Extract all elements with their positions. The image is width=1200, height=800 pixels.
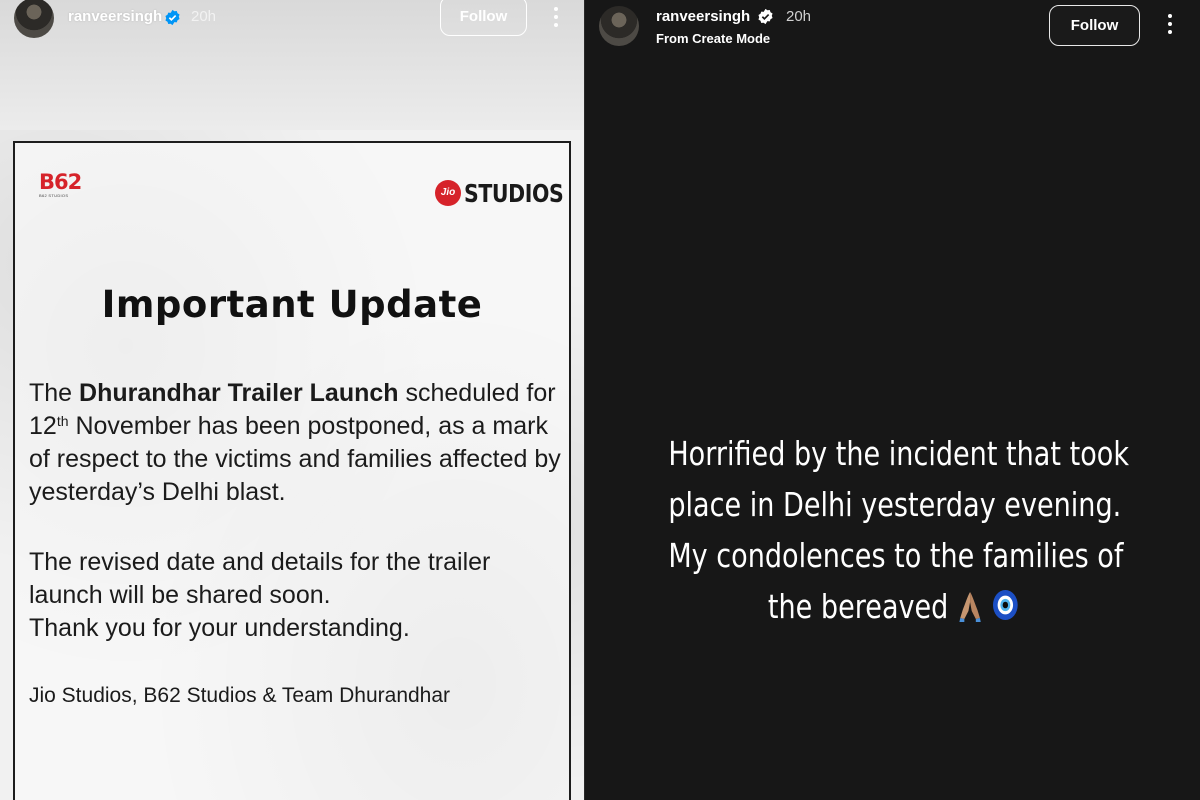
verified-icon <box>758 8 773 25</box>
poster-paragraph-2: The revised date and details for the tra… <box>29 548 491 642</box>
poster-paragraph-1: The Dhurandhar Trailer Launch scheduled … <box>29 379 561 506</box>
story-message: Horrified by the incident that took plac… <box>668 428 1129 632</box>
b62-studios-logo: B62 B62 STUDIOS <box>39 170 82 199</box>
story-right[interactable]: ranveersingh 20h From Create Mode Follow… <box>584 0 1200 800</box>
username[interactable]: ranveersingh <box>656 8 750 25</box>
more-options-icon[interactable] <box>1165 14 1175 36</box>
message-line-last: the bereaved <box>668 581 1117 632</box>
follow-button[interactable]: Follow <box>440 0 527 36</box>
more-options-icon[interactable] <box>551 7 561 29</box>
story-left[interactable]: ranveersingh 20h Follow B62 B62 STUDIOS … <box>0 0 584 800</box>
avatar[interactable] <box>599 6 639 46</box>
story-subtitle: From Create Mode <box>656 31 771 46</box>
follow-button[interactable]: Follow <box>1049 5 1140 46</box>
timestamp: 20h <box>786 8 812 25</box>
story-poster: B62 B62 STUDIOS Jio STUDIOS Important Up… <box>0 130 584 800</box>
poster-title: Important Update <box>101 283 483 326</box>
poster-frame: B62 B62 STUDIOS Jio STUDIOS Important Up… <box>13 141 571 800</box>
timestamp: 20h <box>191 8 217 25</box>
poster-signature: Jio Studios, B62 Studios & Team Dhurandh… <box>29 684 451 707</box>
jio-studios-logo: Jio STUDIOS <box>435 179 564 208</box>
verified-icon <box>165 9 180 26</box>
message-line: place in Delhi yesterday evening. <box>668 485 1122 524</box>
message-line: My condolences to the families of <box>668 536 1124 575</box>
folded-hands-icon <box>959 592 981 622</box>
message-line: Horrified by the incident that took <box>668 434 1129 473</box>
nazar-amulet-icon <box>992 589 1018 621</box>
username[interactable]: ranveersingh <box>68 8 162 25</box>
